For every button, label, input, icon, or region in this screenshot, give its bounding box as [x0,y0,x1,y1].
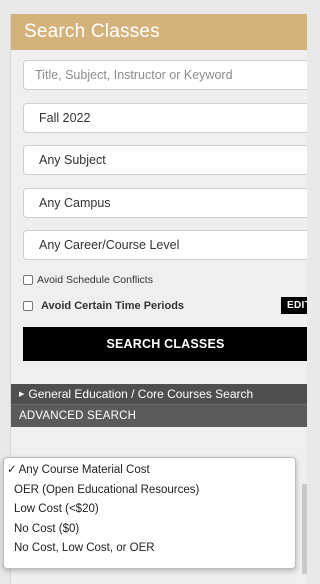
gen-ed-core-search-toggle[interactable]: ▶ General Education / Core Courses Search [11,383,307,405]
campus-select-value: Any Campus [39,195,111,210]
keyword-search-input[interactable] [23,60,307,90]
campus-select[interactable]: Any Campus ⌄ [23,187,307,218]
triangle-right-icon: ▶ [19,390,25,398]
material-cost-dropdown[interactable]: ✓ Any Course Material Cost OER (Open Educ… [3,457,296,569]
dropdown-option-low-cost[interactable]: Low Cost (<$20) [4,500,295,520]
page-title: Search Classes [11,14,307,50]
avoid-time-periods-label[interactable]: Avoid Certain Time Periods [41,300,184,312]
avoid-conflicts-row: Avoid Schedule Conflicts [23,273,307,287]
dropdown-option-oer[interactable]: OER (Open Educational Resources) [4,481,295,501]
avoid-time-periods-checkbox[interactable] [23,300,33,311]
gen-ed-core-search-label: General Education / Core Courses Search [28,386,254,401]
advanced-search-heading: ADVANCED SEARCH [11,404,307,427]
subject-select[interactable]: Any Subject ⌄ [23,145,307,175]
term-select-value: Fall 2022 [39,110,91,125]
career-level-select[interactable]: Any Career/Course Level ⌄ [23,230,307,260]
term-select[interactable]: Fall 2022 ⌄ [23,102,307,133]
scrollbar[interactable] [302,484,307,574]
career-level-select-value: Any Career/Course Level [39,238,180,252]
edit-time-periods-button[interactable]: EDIT [281,297,307,314]
search-form: Fall 2022 ⌄ Any Subject ⌄ Any Campus ⌄ A… [11,50,307,361]
dropdown-option-no-low-oer[interactable]: No Cost, Low Cost, or OER [4,539,295,559]
dropdown-option-no-cost[interactable]: No Cost ($0) [4,520,295,540]
avoid-conflicts-checkbox[interactable] [23,274,33,285]
checkmark-icon: ✓ [7,464,17,476]
search-classes-button[interactable]: SEARCH CLASSES [23,326,307,361]
subject-select-value: Any Subject [39,153,106,167]
avoid-conflicts-label[interactable]: Avoid Schedule Conflicts [37,274,153,286]
dropdown-option-any-cost[interactable]: ✓ Any Course Material Cost [4,461,295,481]
avoid-time-periods-row: Avoid Certain Time Periods EDIT [23,297,307,314]
